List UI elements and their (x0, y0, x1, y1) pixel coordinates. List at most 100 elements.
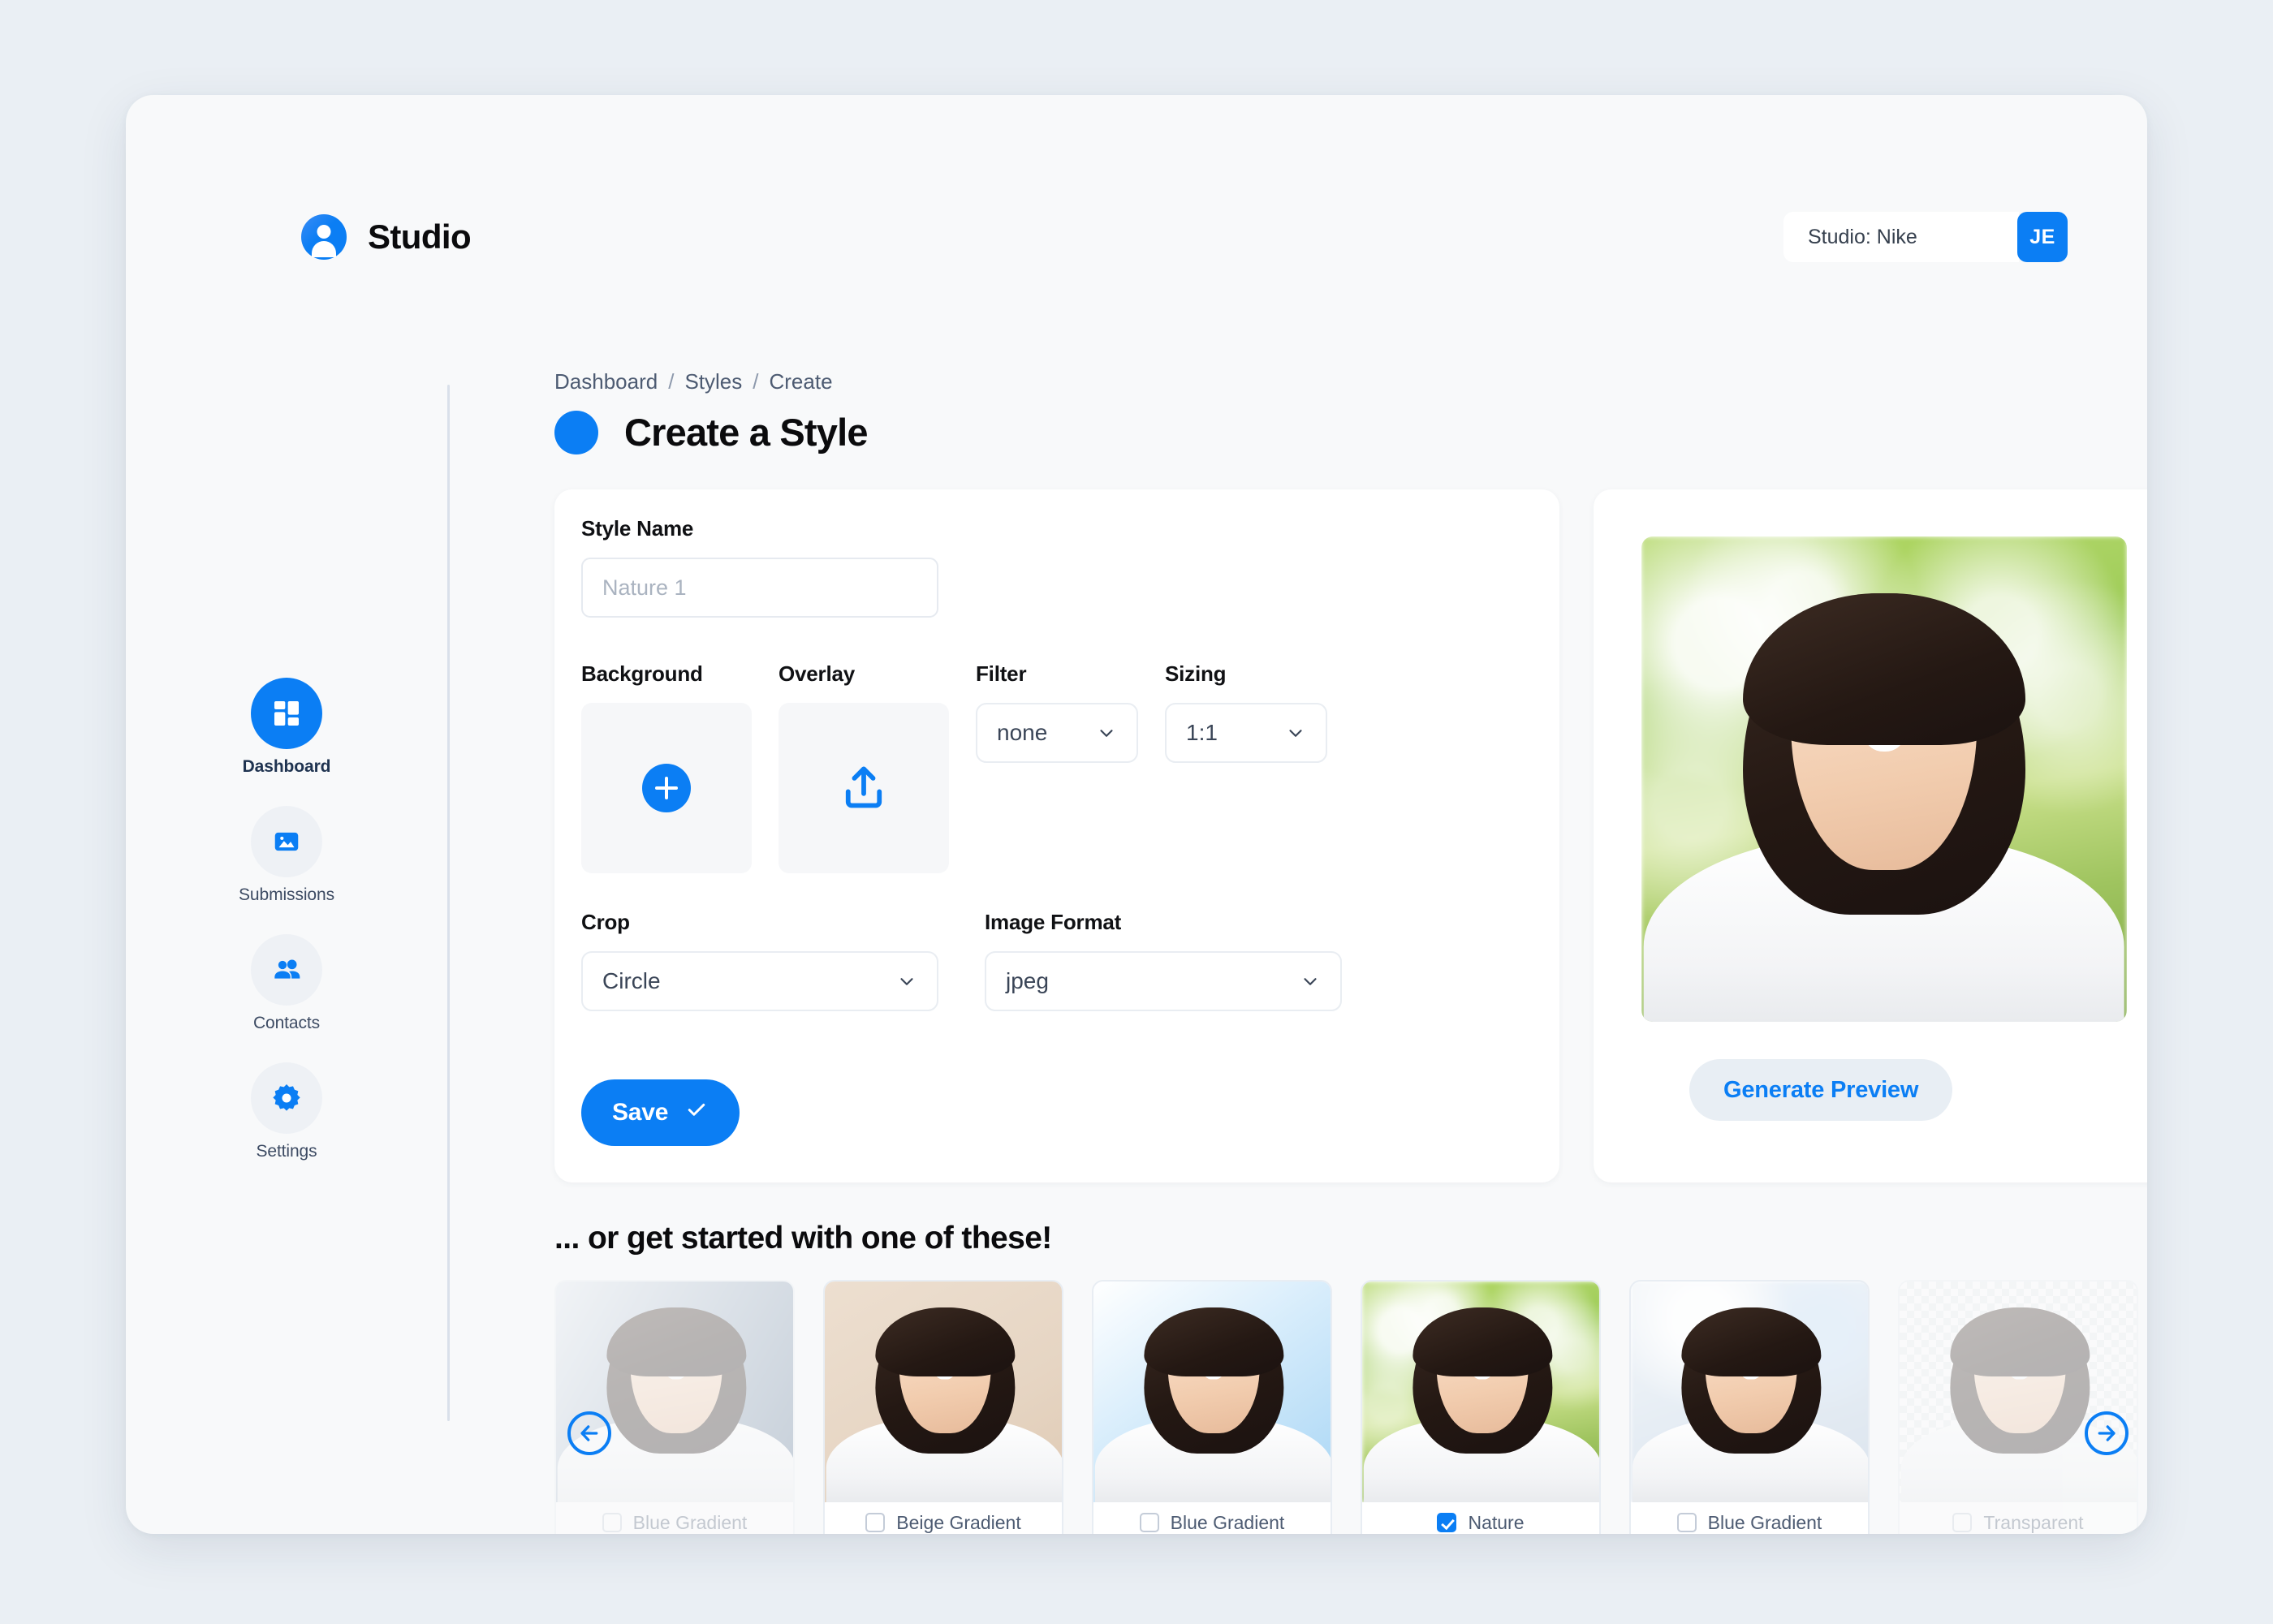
style-preset-thumbnail (1900, 1282, 2137, 1502)
filter-label: Filter (976, 661, 1027, 686)
sidebar-item-dashboard[interactable]: Dashboard (222, 678, 352, 777)
sidebar-item-label: Contacts (252, 1014, 321, 1032)
crop-value: Circle (602, 968, 661, 993)
sizing-select[interactable]: 1:1 (1165, 703, 1327, 763)
image-icon (251, 806, 322, 877)
image-format-select[interactable]: jpeg (985, 951, 1342, 1011)
form-row-output: Crop Circle Image Format jpeg (581, 910, 1342, 1011)
style-preset-caption: Blue Gradient (1631, 1499, 1868, 1534)
sidebar-item-contacts[interactable]: Contacts (222, 934, 352, 1033)
breadcrumb-item-styles[interactable]: Styles (684, 369, 742, 394)
sidebar-item-settings[interactable]: Settings (222, 1062, 352, 1161)
upload-icon (845, 766, 882, 808)
studio-label: Studio: Nike (1808, 225, 1917, 248)
plus-icon (642, 764, 691, 812)
style-preset-label: Beige Gradient (896, 1511, 1021, 1533)
sizing-label: Sizing (1165, 661, 1227, 686)
style-name-input[interactable] (581, 558, 938, 618)
style-preset-label: Transparent (1983, 1511, 2084, 1533)
sidebar-nav: Dashboard Submissions Contacts Settings (126, 678, 447, 1161)
overlay-upload-button[interactable] (779, 703, 949, 873)
style-preset-gallery[interactable]: Blue Gradient Beige Gradient Blue Gradie… (554, 1280, 2147, 1534)
style-preset-checkbox[interactable] (1952, 1513, 1973, 1532)
style-preset-checkbox[interactable] (1676, 1513, 1697, 1532)
breadcrumb-separator: / (753, 369, 759, 394)
filter-value: none (997, 720, 1048, 745)
image-format-value: jpeg (1006, 968, 1049, 993)
crop-label: Crop (581, 910, 630, 934)
arrow-left-circle-icon[interactable] (567, 1411, 611, 1455)
chevron-down-icon (896, 971, 917, 992)
style-preset-caption: Blue Gradient (1093, 1499, 1331, 1534)
page-title: Create a Style (624, 411, 869, 454)
background-add-button[interactable] (581, 703, 752, 873)
style-name-field: Style Name (581, 516, 938, 618)
style-preset-thumbnail (1631, 1282, 1868, 1502)
sidebar-item-label: Settings (256, 1142, 317, 1161)
style-preset-label: Nature (1468, 1511, 1525, 1533)
filter-field: Filter none (976, 661, 1138, 763)
style-preset-checkbox[interactable] (602, 1513, 622, 1532)
image-format-field: Image Format jpeg (985, 910, 1342, 1011)
background-field: Background (581, 661, 752, 873)
breadcrumb: Dashboard / Styles / Create (554, 369, 833, 394)
style-preset-label: Blue Gradient (1170, 1511, 1285, 1533)
check-icon (684, 1097, 709, 1128)
overlay-field: Overlay (779, 661, 949, 873)
style-preset-label: Blue Gradient (1707, 1511, 1822, 1533)
breadcrumb-item-create[interactable]: Create (769, 369, 832, 394)
style-preset-card[interactable]: Transparent (1898, 1280, 2138, 1534)
main-content: Dashboard / Styles / Create Create a Sty… (447, 249, 2147, 1534)
style-preset-thumbnail (825, 1282, 1062, 1502)
style-preset-checkbox[interactable] (865, 1513, 886, 1532)
breadcrumb-separator: / (668, 369, 675, 394)
style-preset-thumbnail (1362, 1282, 1599, 1502)
chevron-down-icon (1096, 722, 1117, 743)
filter-select[interactable]: none (976, 703, 1138, 763)
save-button[interactable]: Save (581, 1079, 740, 1146)
background-label: Background (581, 661, 703, 686)
crop-select[interactable]: Circle (581, 951, 938, 1011)
grid-dashboard-icon (251, 678, 322, 749)
style-name-label: Style Name (581, 516, 694, 541)
style-preset-caption: Beige Gradient (825, 1499, 1062, 1534)
breadcrumb-item-dashboard[interactable]: Dashboard (554, 369, 658, 394)
title-dot-icon (554, 410, 598, 454)
image-format-label: Image Format (985, 910, 1122, 934)
style-preset-label: Blue Gradient (632, 1511, 748, 1533)
save-button-label: Save (612, 1099, 669, 1126)
style-preset-card[interactable]: Blue Gradient (554, 1280, 795, 1534)
preview-card: Generate Preview (1594, 489, 2147, 1182)
preview-image (1641, 536, 2127, 1022)
style-preset-checkbox[interactable] (1437, 1513, 1457, 1532)
style-preset-caption: Nature (1362, 1499, 1599, 1534)
generate-preview-button[interactable]: Generate Preview (1689, 1059, 1953, 1121)
app-window: Studio Studio: Nike JE Dashboard Submiss… (126, 95, 2147, 1534)
app-header: Studio Studio: Nike JE (126, 95, 2147, 262)
crop-field: Crop Circle (581, 910, 938, 1011)
overlay-label: Overlay (779, 661, 856, 686)
people-icon (251, 934, 322, 1006)
style-form-card: Style Name Background Overlay (554, 489, 1559, 1182)
chevron-down-icon (1285, 722, 1306, 743)
style-preset-caption: Blue Gradient (556, 1499, 793, 1534)
style-preset-thumbnail (1093, 1282, 1331, 1502)
sizing-field: Sizing 1:1 (1165, 661, 1327, 763)
style-preset-card[interactable]: Blue Gradient (1092, 1280, 1332, 1534)
arrow-right-circle-icon[interactable] (2085, 1411, 2129, 1455)
page-title-row: Create a Style (554, 410, 869, 454)
gear-icon (251, 1062, 322, 1134)
style-preset-checkbox[interactable] (1139, 1513, 1159, 1532)
sizing-value: 1:1 (1186, 720, 1218, 745)
chevron-down-icon (1300, 971, 1321, 992)
style-preset-card[interactable]: Nature (1361, 1280, 1601, 1534)
style-preset-thumbnail (556, 1282, 793, 1502)
gallery-heading: ... or get started with one of these! (554, 1221, 1052, 1256)
sidebar-item-label: Dashboard (242, 757, 331, 776)
style-preset-card[interactable]: Blue Gradient (1629, 1280, 1870, 1534)
sidebar-item-submissions[interactable]: Submissions (222, 806, 352, 905)
style-preset-card[interactable]: Beige Gradient (823, 1280, 1063, 1534)
style-preset-caption: Transparent (1900, 1499, 2137, 1534)
form-row-media: Background Overlay Filter none Sizing 1:… (581, 661, 1327, 873)
sidebar-item-label: Submissions (239, 885, 334, 904)
